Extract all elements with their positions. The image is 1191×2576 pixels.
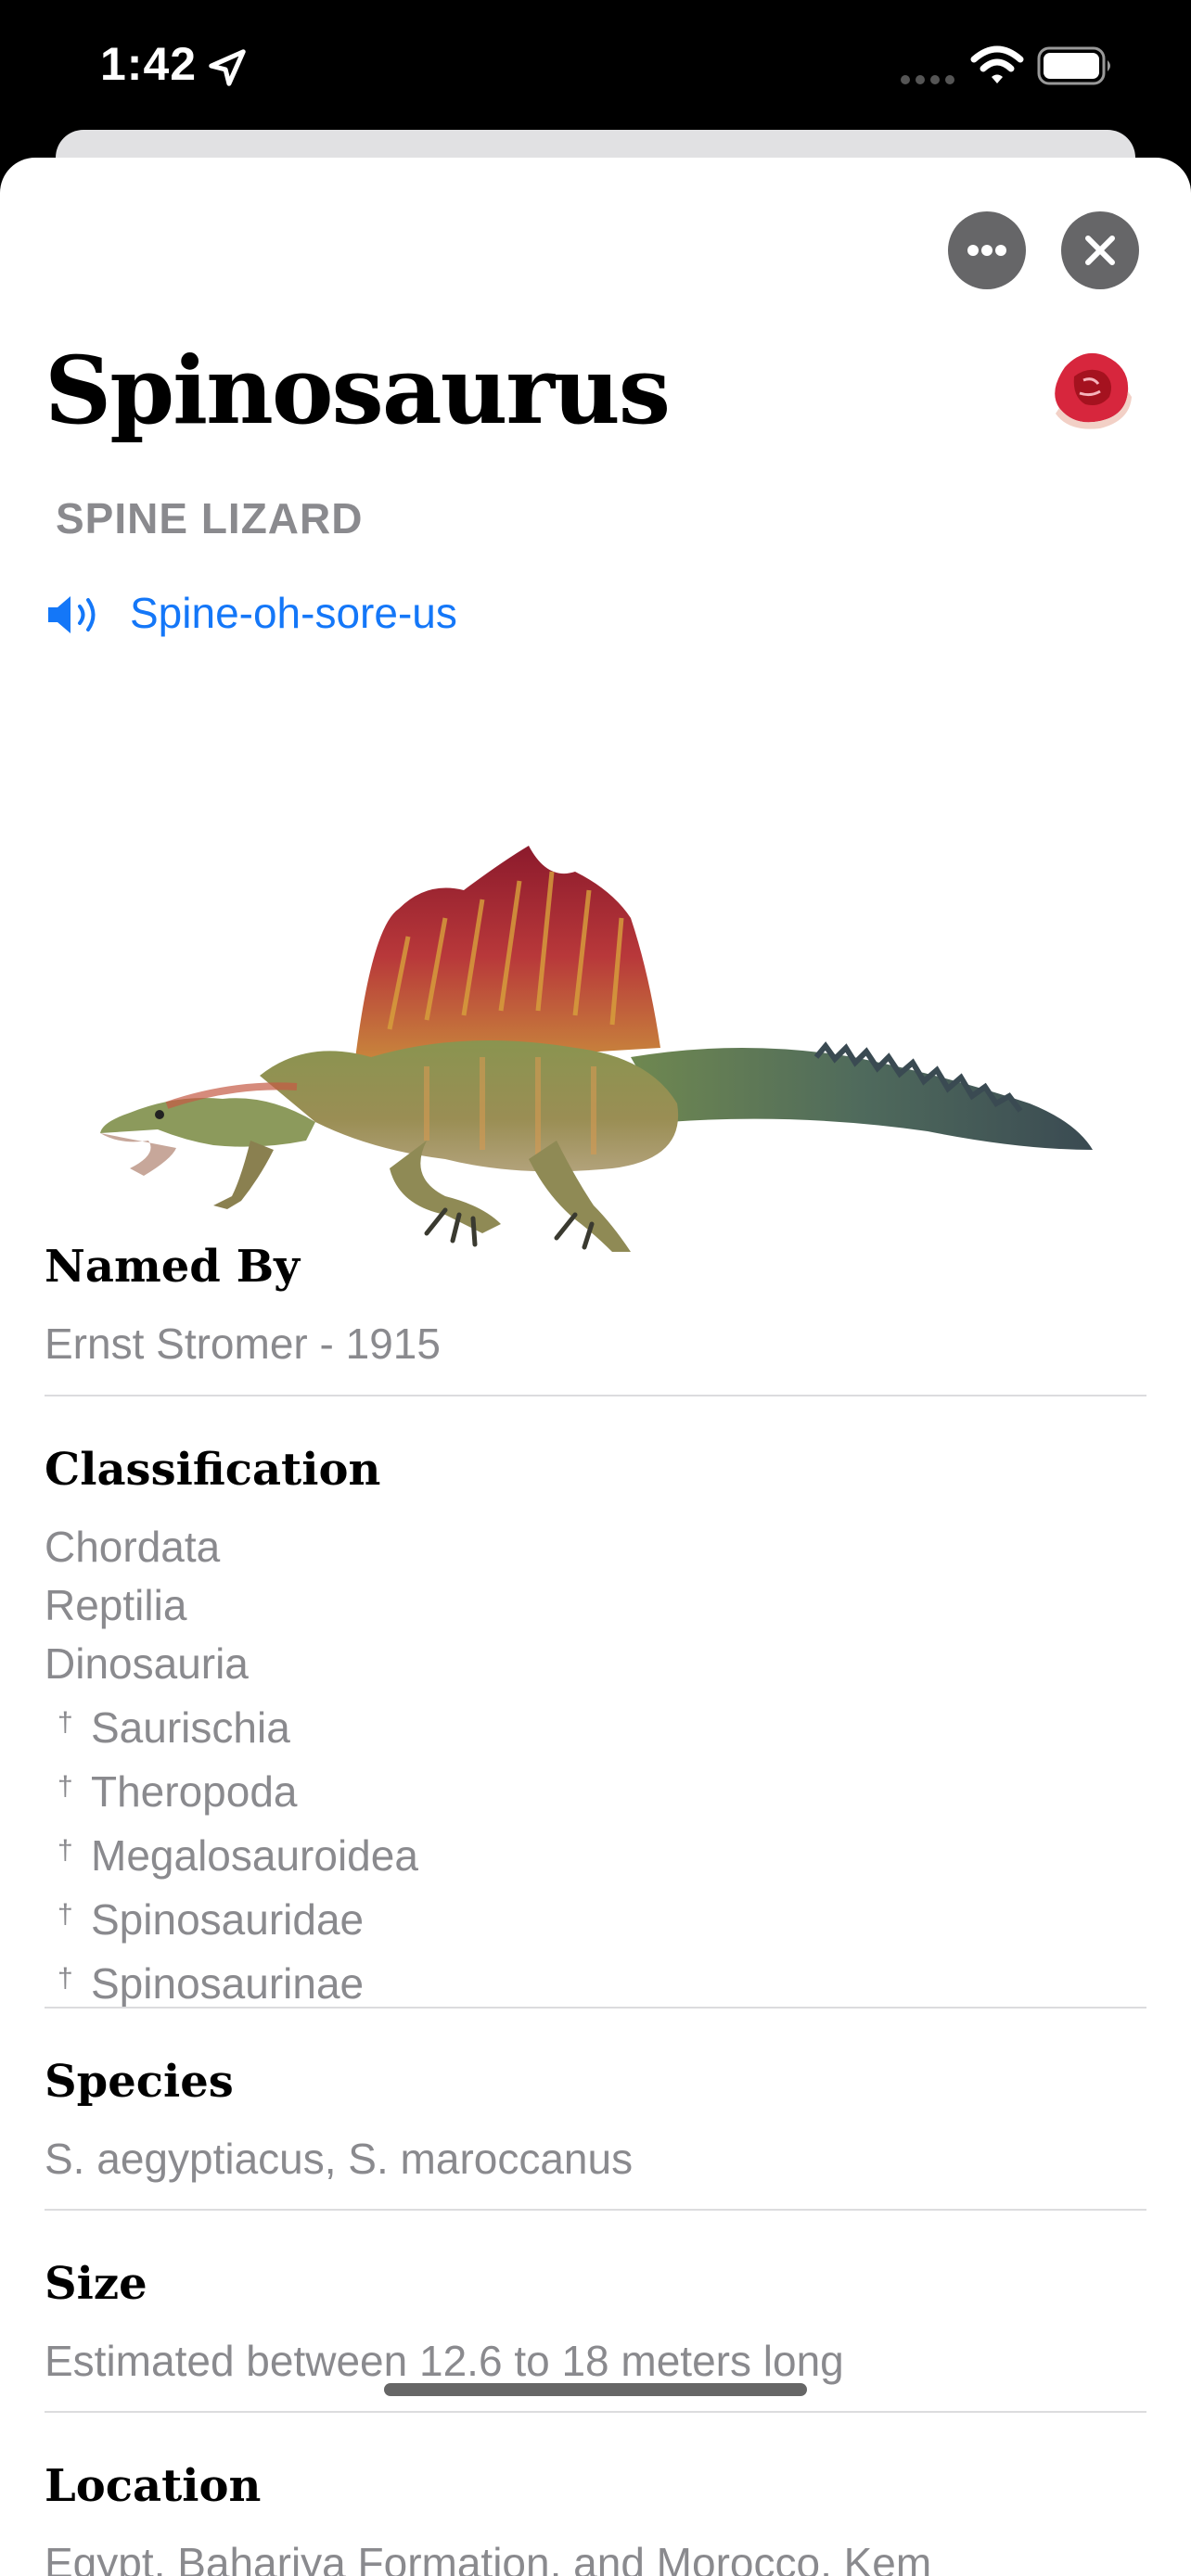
close-icon: [1085, 236, 1115, 265]
location-section: Location Egypt, Bahariya Formation, and …: [45, 2458, 1146, 2576]
location-value: Egypt, Bahariya Formation, and Morocco, …: [45, 2539, 932, 2576]
named-by-heading: Named By: [45, 1241, 301, 1293]
divider: [45, 2007, 1146, 2009]
dinosaur-detail-sheet: Spinosaurus SPINE LIZARD Spine-oh-sore-u…: [0, 158, 1191, 2576]
species-value: S. aegyptiacus, S. maroccanus: [45, 2135, 634, 2183]
more-options-button[interactable]: [948, 211, 1026, 289]
location-arrow-icon: [209, 49, 246, 86]
classification-clade: † Spinosauridae: [45, 1885, 1146, 1949]
size-section: Size Estimated between 12.6 to 18 meters…: [45, 2256, 1146, 2391]
named-by-value: Ernst Stromer - 1915: [45, 1320, 441, 1368]
classification-rank: Chordata: [45, 1523, 221, 1571]
divider: [45, 2411, 1146, 2413]
classification-list: Chordata Reptilia Dinosauria † Saurischia…: [45, 1518, 1146, 2013]
classification-clade: † Spinosaurinae: [45, 1949, 1146, 2013]
meat-steak-icon: [1055, 352, 1132, 429]
classification-rank: Dinosauria: [45, 1639, 249, 1688]
wifi-icon: [970, 45, 1024, 83]
dagger-icon: †: [58, 1835, 73, 1866]
dagger-icon: †: [58, 1899, 73, 1930]
divider: [45, 1395, 1146, 1396]
home-indicator[interactable]: [384, 2383, 807, 2396]
classification-section: Classification Chordata Reptilia Dinosau…: [45, 1442, 1146, 2013]
classification-heading: Classification: [45, 1444, 381, 1496]
classification-clade: † Theropoda: [45, 1757, 1146, 1821]
dinosaur-name: Spinosaurus: [45, 336, 671, 445]
location-heading: Location: [45, 2460, 262, 2512]
ellipsis-icon: [967, 245, 1006, 256]
cellular-signal-icon: [901, 75, 954, 84]
species-heading: Species: [45, 2056, 234, 2108]
named-by-section: Named By Ernst Stromer - 1915: [45, 1239, 1146, 1373]
battery-icon: [1037, 46, 1110, 85]
divider: [45, 2209, 1146, 2211]
size-heading: Size: [45, 2258, 147, 2310]
dagger-icon: †: [58, 1707, 73, 1738]
speaker-icon: [48, 596, 96, 633]
dagger-icon: †: [58, 1963, 73, 1994]
classification-clade: † Megalosauroidea: [45, 1821, 1146, 1885]
pronunciation-text: Spine-oh-sore-us: [130, 589, 457, 637]
close-button[interactable]: [1061, 211, 1139, 289]
dinosaur-meaning: SPINE LIZARD: [56, 494, 364, 542]
status-bar: 1:42: [0, 0, 1191, 139]
species-section: Species S. aegyptiacus, S. maroccanus: [45, 2054, 1146, 2188]
dagger-icon: †: [58, 1771, 73, 1802]
status-time: 1:42: [100, 38, 198, 90]
classification-rank: Reptilia: [45, 1581, 187, 1629]
dinosaur-illustration: [100, 846, 1093, 1252]
classification-clade: † Saurischia: [45, 1693, 1146, 1757]
size-value: Estimated between 12.6 to 18 meters long: [45, 2337, 844, 2385]
